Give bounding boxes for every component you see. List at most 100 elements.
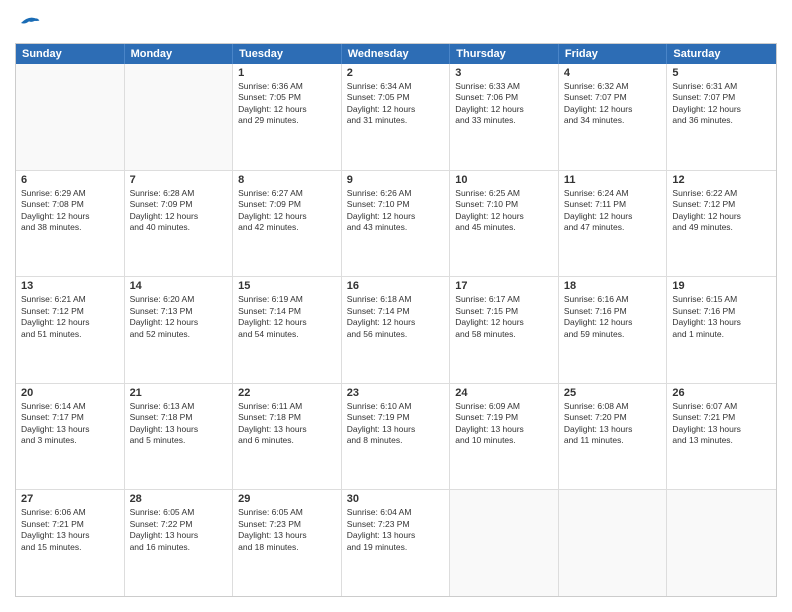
cell-line-2: Daylight: 12 hours bbox=[347, 317, 445, 328]
logo-bird-icon bbox=[17, 13, 41, 33]
cell-line-3: and 33 minutes. bbox=[455, 115, 553, 126]
calendar-day-8: 8Sunrise: 6:27 AMSunset: 7:09 PMDaylight… bbox=[233, 171, 342, 277]
page: SundayMondayTuesdayWednesdayThursdayFrid… bbox=[0, 0, 792, 612]
cell-line-3: and 11 minutes. bbox=[564, 435, 662, 446]
cell-line-2: Daylight: 12 hours bbox=[238, 211, 336, 222]
calendar-day-15: 15Sunrise: 6:19 AMSunset: 7:14 PMDayligh… bbox=[233, 277, 342, 383]
cell-line-3: and 1 minute. bbox=[672, 329, 771, 340]
cell-line-1: Sunset: 7:05 PM bbox=[347, 92, 445, 103]
cell-line-1: Sunset: 7:07 PM bbox=[564, 92, 662, 103]
header-day-thursday: Thursday bbox=[450, 44, 559, 64]
calendar-day-25: 25Sunrise: 6:08 AMSunset: 7:20 PMDayligh… bbox=[559, 384, 668, 490]
calendar-day-11: 11Sunrise: 6:24 AMSunset: 7:11 PMDayligh… bbox=[559, 171, 668, 277]
cell-line-1: Sunset: 7:22 PM bbox=[130, 519, 228, 530]
cell-line-2: Daylight: 12 hours bbox=[564, 211, 662, 222]
calendar-day-18: 18Sunrise: 6:16 AMSunset: 7:16 PMDayligh… bbox=[559, 277, 668, 383]
cell-line-3: and 15 minutes. bbox=[21, 542, 119, 553]
cell-line-3: and 47 minutes. bbox=[564, 222, 662, 233]
cell-line-1: Sunset: 7:18 PM bbox=[238, 412, 336, 423]
cell-line-1: Sunset: 7:19 PM bbox=[455, 412, 553, 423]
cell-line-3: and 58 minutes. bbox=[455, 329, 553, 340]
cell-line-2: Daylight: 13 hours bbox=[564, 424, 662, 435]
cell-line-1: Sunset: 7:11 PM bbox=[564, 199, 662, 210]
day-number: 14 bbox=[130, 280, 228, 292]
cell-line-2: Daylight: 13 hours bbox=[455, 424, 553, 435]
cell-line-3: and 56 minutes. bbox=[347, 329, 445, 340]
cell-line-0: Sunrise: 6:16 AM bbox=[564, 294, 662, 305]
calendar-week-1: 1Sunrise: 6:36 AMSunset: 7:05 PMDaylight… bbox=[16, 64, 776, 171]
cell-line-1: Sunset: 7:16 PM bbox=[672, 306, 771, 317]
day-number: 12 bbox=[672, 174, 771, 186]
calendar-day-16: 16Sunrise: 6:18 AMSunset: 7:14 PMDayligh… bbox=[342, 277, 451, 383]
calendar-day-6: 6Sunrise: 6:29 AMSunset: 7:08 PMDaylight… bbox=[16, 171, 125, 277]
cell-line-3: and 45 minutes. bbox=[455, 222, 553, 233]
cell-line-2: Daylight: 12 hours bbox=[455, 211, 553, 222]
cell-line-0: Sunrise: 6:09 AM bbox=[455, 401, 553, 412]
calendar-day-9: 9Sunrise: 6:26 AMSunset: 7:10 PMDaylight… bbox=[342, 171, 451, 277]
cell-line-3: and 36 minutes. bbox=[672, 115, 771, 126]
cell-line-3: and 59 minutes. bbox=[564, 329, 662, 340]
calendar-day-3: 3Sunrise: 6:33 AMSunset: 7:06 PMDaylight… bbox=[450, 64, 559, 170]
cell-line-0: Sunrise: 6:36 AM bbox=[238, 81, 336, 92]
cell-line-2: Daylight: 13 hours bbox=[347, 530, 445, 541]
cell-line-0: Sunrise: 6:25 AM bbox=[455, 188, 553, 199]
calendar-day-1: 1Sunrise: 6:36 AMSunset: 7:05 PMDaylight… bbox=[233, 64, 342, 170]
cell-line-3: and 13 minutes. bbox=[672, 435, 771, 446]
day-number: 19 bbox=[672, 280, 771, 292]
calendar-day-29: 29Sunrise: 6:05 AMSunset: 7:23 PMDayligh… bbox=[233, 490, 342, 596]
cell-line-3: and 18 minutes. bbox=[238, 542, 336, 553]
calendar-empty-cell bbox=[450, 490, 559, 596]
cell-line-0: Sunrise: 6:10 AM bbox=[347, 401, 445, 412]
cell-line-0: Sunrise: 6:14 AM bbox=[21, 401, 119, 412]
cell-line-3: and 31 minutes. bbox=[347, 115, 445, 126]
cell-line-0: Sunrise: 6:32 AM bbox=[564, 81, 662, 92]
day-number: 23 bbox=[347, 387, 445, 399]
cell-line-1: Sunset: 7:14 PM bbox=[238, 306, 336, 317]
calendar-day-19: 19Sunrise: 6:15 AMSunset: 7:16 PMDayligh… bbox=[667, 277, 776, 383]
calendar-body: 1Sunrise: 6:36 AMSunset: 7:05 PMDaylight… bbox=[16, 64, 776, 596]
day-number: 9 bbox=[347, 174, 445, 186]
cell-line-0: Sunrise: 6:21 AM bbox=[21, 294, 119, 305]
cell-line-1: Sunset: 7:05 PM bbox=[238, 92, 336, 103]
cell-line-1: Sunset: 7:12 PM bbox=[21, 306, 119, 317]
logo bbox=[15, 15, 41, 33]
cell-line-1: Sunset: 7:15 PM bbox=[455, 306, 553, 317]
cell-line-3: and 19 minutes. bbox=[347, 542, 445, 553]
cell-line-2: Daylight: 12 hours bbox=[130, 211, 228, 222]
calendar-day-27: 27Sunrise: 6:06 AMSunset: 7:21 PMDayligh… bbox=[16, 490, 125, 596]
calendar-day-14: 14Sunrise: 6:20 AMSunset: 7:13 PMDayligh… bbox=[125, 277, 234, 383]
day-number: 1 bbox=[238, 67, 336, 79]
cell-line-2: Daylight: 12 hours bbox=[347, 211, 445, 222]
cell-line-2: Daylight: 12 hours bbox=[21, 211, 119, 222]
cell-line-0: Sunrise: 6:13 AM bbox=[130, 401, 228, 412]
cell-line-3: and 8 minutes. bbox=[347, 435, 445, 446]
cell-line-1: Sunset: 7:09 PM bbox=[238, 199, 336, 210]
cell-line-2: Daylight: 12 hours bbox=[672, 211, 771, 222]
calendar-day-26: 26Sunrise: 6:07 AMSunset: 7:21 PMDayligh… bbox=[667, 384, 776, 490]
cell-line-3: and 5 minutes. bbox=[130, 435, 228, 446]
day-number: 17 bbox=[455, 280, 553, 292]
day-number: 16 bbox=[347, 280, 445, 292]
cell-line-1: Sunset: 7:19 PM bbox=[347, 412, 445, 423]
calendar-week-4: 20Sunrise: 6:14 AMSunset: 7:17 PMDayligh… bbox=[16, 384, 776, 491]
calendar-day-30: 30Sunrise: 6:04 AMSunset: 7:23 PMDayligh… bbox=[342, 490, 451, 596]
header bbox=[15, 15, 777, 33]
cell-line-3: and 42 minutes. bbox=[238, 222, 336, 233]
calendar-day-4: 4Sunrise: 6:32 AMSunset: 7:07 PMDaylight… bbox=[559, 64, 668, 170]
cell-line-0: Sunrise: 6:05 AM bbox=[238, 507, 336, 518]
calendar-header: SundayMondayTuesdayWednesdayThursdayFrid… bbox=[16, 44, 776, 64]
calendar-day-22: 22Sunrise: 6:11 AMSunset: 7:18 PMDayligh… bbox=[233, 384, 342, 490]
cell-line-2: Daylight: 13 hours bbox=[130, 424, 228, 435]
calendar-empty-cell bbox=[125, 64, 234, 170]
day-number: 28 bbox=[130, 493, 228, 505]
cell-line-0: Sunrise: 6:26 AM bbox=[347, 188, 445, 199]
cell-line-0: Sunrise: 6:06 AM bbox=[21, 507, 119, 518]
cell-line-3: and 51 minutes. bbox=[21, 329, 119, 340]
header-day-tuesday: Tuesday bbox=[233, 44, 342, 64]
cell-line-3: and 6 minutes. bbox=[238, 435, 336, 446]
day-number: 5 bbox=[672, 67, 771, 79]
cell-line-0: Sunrise: 6:27 AM bbox=[238, 188, 336, 199]
cell-line-0: Sunrise: 6:19 AM bbox=[238, 294, 336, 305]
cell-line-2: Daylight: 12 hours bbox=[564, 104, 662, 115]
cell-line-1: Sunset: 7:16 PM bbox=[564, 306, 662, 317]
